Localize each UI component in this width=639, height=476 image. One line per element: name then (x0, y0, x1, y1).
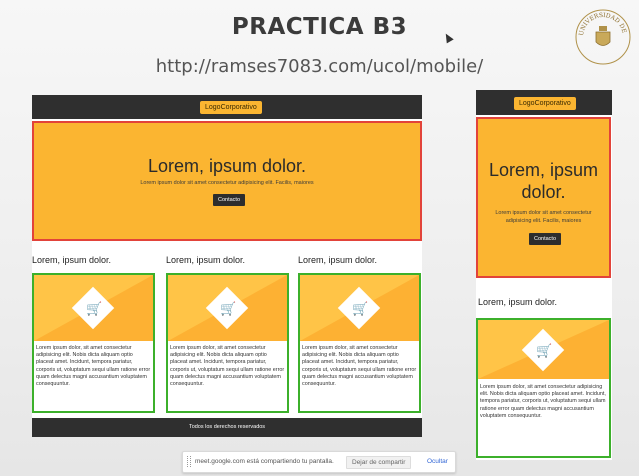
navbar: LogoCorporativo (32, 95, 422, 119)
section-heading: Lorem, ipsum dolor. (478, 297, 558, 307)
footer: Todos los derechos reservados (32, 418, 422, 437)
product-card: 🛒 Lorem ipsum dolor, sit amet consectetu… (166, 273, 289, 413)
hero-text: Lorem ipsum dolor sit amet consectetur a… (140, 180, 314, 186)
section-heading: Lorem, ipsum dolor. (298, 255, 378, 265)
section-heading: Lorem, ipsum dolor. (166, 255, 246, 265)
mobile-mockup: LogoCorporativo Lorem, ipsum dolor. Lore… (476, 90, 612, 460)
card-image: 🛒 (300, 275, 419, 341)
slide-title: PRACTICA B3 (231, 14, 408, 40)
slide-url: http://ramses7083.com/ucol/mobile/ (155, 56, 484, 77)
screen-share-bar: meet.google.com está compartiendo tu pan… (182, 451, 456, 473)
shopping-cart-icon: 🛒 (86, 301, 103, 316)
shopping-cart-icon: 🛒 (220, 301, 237, 316)
shopping-cart-icon: 🛒 (536, 343, 553, 358)
product-card: 🛒 Lorem ipsum dolor, sit amet consectetu… (32, 273, 155, 413)
contact-button[interactable]: Contacto (529, 233, 562, 245)
card-image: 🛒 (168, 275, 287, 341)
logo-corporativo[interactable]: LogoCorporativo (514, 97, 576, 110)
hero-banner: Lorem, ipsum dolor. Lorem ipsum dolor si… (32, 121, 422, 241)
hero-text: Lorem ipsum dolor sit amet consectetur a… (495, 210, 592, 224)
product-card: 🛒 Lorem ipsum dolor, sit amet consectetu… (476, 318, 611, 458)
hero-title: Lorem, ipsum dolor. (147, 156, 307, 176)
stop-sharing-button[interactable]: Dejar de compartir (346, 456, 412, 469)
hero-banner: Lorem, ipsum dolor. Lorem ipsum dolor si… (476, 117, 611, 278)
card-image: 🛒 (34, 275, 153, 341)
desktop-mockup: LogoCorporativo Lorem, ipsum dolor. Lore… (32, 95, 422, 437)
card-text: Lorem ipsum dolor, sit amet consectetur … (302, 345, 417, 388)
university-seal-icon: UNIVERSIDAD DE COLIMA (574, 8, 631, 65)
product-card: 🛒 Lorem ipsum dolor, sit amet consectetu… (298, 273, 421, 413)
contact-button[interactable]: Contacto (213, 194, 246, 206)
card-text: Lorem ipsum dolor, sit amet consectetur … (36, 345, 151, 388)
drag-handle-icon[interactable] (187, 456, 191, 467)
share-message: meet.google.com está compartiendo tu pan… (195, 458, 334, 465)
hide-button[interactable]: Ocultar (427, 458, 448, 465)
logo-corporativo[interactable]: LogoCorporativo (200, 101, 262, 114)
hero-title: Lorem, ipsum dolor. (488, 160, 599, 202)
navbar: LogoCorporativo (476, 90, 612, 115)
card-image: 🛒 (478, 320, 609, 379)
section-heading: Lorem, ipsum dolor. (32, 255, 112, 265)
card-text: Lorem ipsum dolor, sit amet consectetur … (170, 345, 285, 388)
shopping-cart-icon: 🛒 (352, 301, 369, 316)
card-text: Lorem ipsum dolor, sit amet consectetur … (480, 384, 606, 419)
